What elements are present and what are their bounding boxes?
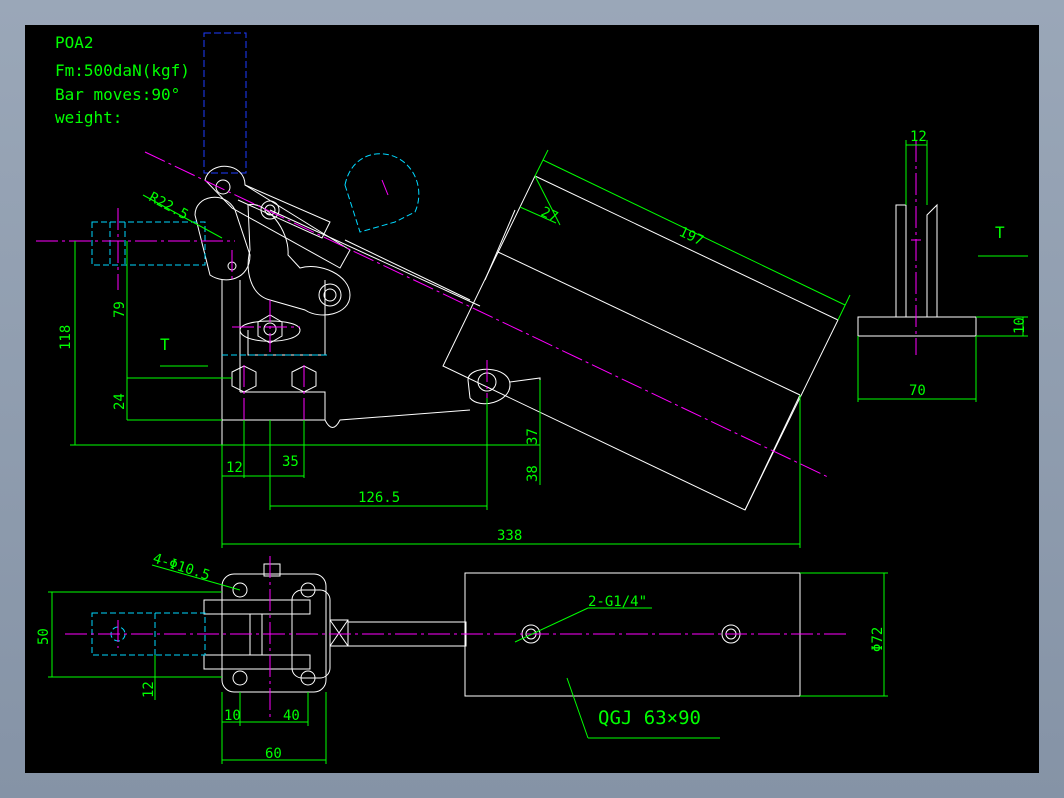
dim-r22-5: R22.5 <box>146 189 191 223</box>
mount-hole-3 <box>232 670 248 686</box>
cad-drawing-canvas: POA2 Fm:500daN(kgf) Bar moves:90° weight… <box>25 25 1039 773</box>
force-label: Fm:500daN(kgf) <box>55 61 190 80</box>
swing-arc-hidden <box>344 153 420 233</box>
base-flange <box>221 409 471 446</box>
piston-rod-top <box>269 209 481 307</box>
section-base-plate <box>857 316 977 337</box>
section-t-left: T <box>160 335 170 354</box>
side-dimensions: R22.5 27 197 118 79 24 T 12 35 126.5 37 … <box>58 149 851 548</box>
top-view: 4-Φ10.5 50 12 10 40 60 2-G1/4" Φ72 QGJ 6… <box>36 551 888 764</box>
dim-12-top-view: 12 <box>141 681 157 698</box>
base-plate-top <box>221 573 327 693</box>
pivot-block <box>194 196 251 281</box>
dim-38: 38 <box>525 465 541 482</box>
link-arm <box>237 184 331 239</box>
cylinder-body <box>442 175 839 511</box>
cylinder-rod-face <box>484 209 516 281</box>
bar-moves-label: Bar moves:90° <box>55 85 180 104</box>
piston-rod-bottom <box>344 239 471 301</box>
section-t-view: 12 T 10 70 <box>857 129 1028 402</box>
dim-60: 60 <box>265 746 282 762</box>
dim-holes: 4-Φ10.5 <box>151 551 212 584</box>
pin-3-inner <box>323 288 337 302</box>
g1-leader <box>514 607 589 643</box>
cylinder-model: QGJ 63×90 <box>598 707 701 729</box>
clevis-bracket <box>509 377 541 420</box>
dim-79: 79 <box>112 301 128 318</box>
cylinder-end-cap <box>744 394 801 511</box>
dim-37: 37 <box>525 428 541 445</box>
dim-10-top: 10 <box>224 708 241 724</box>
drawing-svg: POA2 Fm:500daN(kgf) Bar moves:90° weight… <box>36 32 1028 764</box>
dim-126-5: 126.5 <box>358 490 400 506</box>
dim-50: 50 <box>36 628 52 645</box>
info-block: POA2 Fm:500daN(kgf) Bar moves:90° weight… <box>55 33 190 127</box>
lever-plate-2 <box>203 654 311 670</box>
dim-phi72: Φ72 <box>870 627 886 652</box>
dim-197-ext-1 <box>534 149 549 177</box>
cylinder-clevis <box>467 368 511 405</box>
centerline-arc-center <box>381 179 389 196</box>
pin-3 <box>318 283 342 307</box>
dim-70: 70 <box>909 383 926 399</box>
dim-24: 24 <box>112 393 128 410</box>
dim-12-top: 12 <box>910 129 927 145</box>
side-view: R22.5 27 197 118 79 24 T 12 35 126.5 37 … <box>36 32 851 548</box>
cylinder-band <box>497 251 801 396</box>
dim-10: 10 <box>1012 317 1028 334</box>
cylinder-side <box>269 175 839 511</box>
dim-g1-4: 2-G1/4" <box>588 594 647 610</box>
dim-118: 118 <box>58 325 74 350</box>
dim-197-ext-2 <box>837 294 851 321</box>
dim-35: 35 <box>282 454 299 470</box>
dim-27: 27 <box>538 204 560 226</box>
section-t-right: T <box>995 223 1005 242</box>
handle-hidden-outline <box>203 32 247 174</box>
lever-plate-1 <box>203 599 311 615</box>
weight-label: weight: <box>55 108 122 127</box>
dim-12-side: 12 <box>226 460 243 476</box>
bracket-plate <box>247 280 326 356</box>
dim-40: 40 <box>283 708 300 724</box>
top-dimensions: 4-Φ10.5 50 12 10 40 60 2-G1/4" Φ72 QGJ 6… <box>36 551 888 764</box>
cylinder-leader <box>566 677 589 739</box>
model-label: POA2 <box>55 33 94 52</box>
dim-338: 338 <box>497 528 522 544</box>
spindle-hidden <box>91 221 206 266</box>
